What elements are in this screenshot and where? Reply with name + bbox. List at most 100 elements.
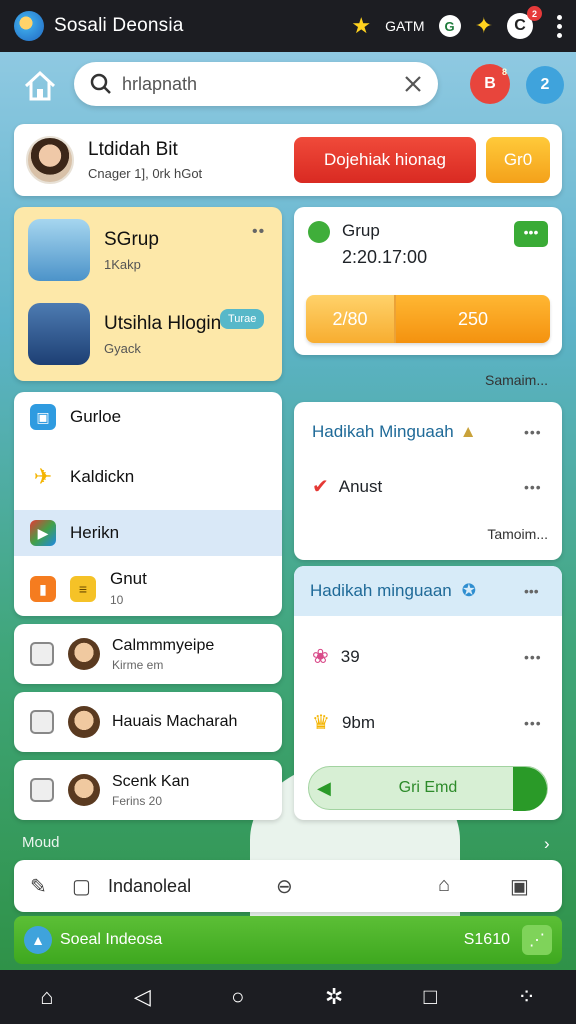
trophy-icon: ▲ xyxy=(459,422,477,441)
group-image xyxy=(28,303,90,365)
profile-name: Ltdidah Bit xyxy=(88,139,178,160)
list-item-subtitle: Ferins 20 xyxy=(112,793,163,808)
home-button[interactable] xyxy=(12,60,68,112)
group-badge: Turae xyxy=(220,309,265,329)
more-icon[interactable]: ••• xyxy=(524,649,542,665)
weekly-title-row: Hadikah Minguaah ▲ ••• xyxy=(312,422,541,442)
apps-icon[interactable]: ✲ xyxy=(325,984,343,1010)
menu-item-gurloe[interactable]: ▣ Gurloe xyxy=(14,392,282,442)
blue-action-button[interactable]: 2 xyxy=(526,66,564,104)
footer-label: Soeal Indeosa xyxy=(60,931,163,948)
section-label: Moud xyxy=(22,834,60,851)
weekly2-cta-button[interactable]: ◀ Gri Emd xyxy=(308,766,548,811)
list-item[interactable]: Calmmmyeipe Kirme em xyxy=(14,624,282,684)
weekly-title: Hadikah Minguaah xyxy=(312,422,454,441)
share-icon[interactable]: ⋰ xyxy=(522,925,552,955)
back-arrow-icon: ◀ xyxy=(317,777,331,798)
group-subtitle: 1Kakp xyxy=(104,256,141,272)
red-action-button[interactable]: B8 xyxy=(470,64,510,104)
menu-item-label: Kaldickn xyxy=(70,467,135,486)
bookmark-icon[interactable]: ⌂ xyxy=(438,874,450,897)
list-item[interactable]: Hauais Macharah xyxy=(14,692,282,752)
recents-icon[interactable]: □ xyxy=(424,984,437,1010)
group-item[interactable]: Utsihla Hlogin Gyack xyxy=(28,303,221,365)
cta-right-segment xyxy=(513,767,547,811)
back-icon[interactable]: ◁ xyxy=(134,984,151,1010)
menu-item-label: Gurloe xyxy=(70,407,122,426)
primary-action-button[interactable]: Dojehiak hionag xyxy=(294,137,476,183)
note-icon: ≡ xyxy=(70,576,96,602)
grid-icon[interactable]: ⁘ xyxy=(517,984,535,1010)
circle-icon[interactable]: ⊖ xyxy=(276,874,293,899)
status-label: GATM xyxy=(385,18,425,34)
weekly2-cta-label: Gri Emd xyxy=(398,779,458,796)
crown-icon: ♛ xyxy=(312,712,330,734)
plane-icon: ✈ xyxy=(33,464,53,489)
group-title: SGrup xyxy=(104,228,159,250)
groups-card: SGrup 1Kakp •• Utsihla Hlogin Gyack Tura… xyxy=(14,207,282,381)
device-icon: ▣ xyxy=(30,404,56,430)
edit-icon[interactable]: ✎ xyxy=(30,874,47,899)
weekly-card: Hadikah Minguaah ▲ ••• ✔ Anust ••• Tamoim... xyxy=(294,402,562,560)
avatar[interactable] xyxy=(26,136,74,184)
group-item[interactable]: SGrup 1Kakp xyxy=(28,219,159,281)
menu-item-gnut[interactable]: ▮ ≡ Gnut 10 xyxy=(14,562,282,616)
grup-score-bar[interactable]: 2/80 250 xyxy=(306,295,550,343)
grup-more-button[interactable]: ••• xyxy=(514,221,548,247)
weekly2-item-label: 9bm xyxy=(341,712,376,732)
weekly-footer: Tamoim... xyxy=(487,526,548,542)
list-item-subtitle: Kirme em xyxy=(112,657,164,672)
weekly2-item-label: 39 xyxy=(340,646,360,666)
notification-icon[interactable]: C2 xyxy=(507,6,542,39)
weekly-item[interactable]: ✔ Anust ••• xyxy=(312,474,541,499)
navigation-bar: ⌂ ◁ ○ ✲ □ ⁘ xyxy=(0,970,576,1024)
search-icon xyxy=(90,73,111,94)
weekly-item-label: Anust xyxy=(338,476,383,496)
more-icon[interactable]: ••• xyxy=(524,479,542,495)
more-icon[interactable]: •• xyxy=(252,223,265,241)
list-item-title: Hauais Macharah xyxy=(112,713,238,730)
app-footer-bar[interactable]: ▲ Soeal Indeosa S1610 ⋰ xyxy=(14,916,562,964)
avatar xyxy=(68,774,100,806)
red-action-label: B xyxy=(484,75,496,92)
chevron-right-icon[interactable]: › xyxy=(544,834,550,854)
search-input[interactable]: hrlapnath xyxy=(122,74,404,95)
tab-label[interactable]: Indanoleal xyxy=(108,876,191,897)
more-icon[interactable]: ••• xyxy=(524,715,542,731)
home-circle-icon[interactable]: ○ xyxy=(231,984,244,1010)
badge-icon: ✪ xyxy=(461,581,477,600)
profile-card: Ltdidah Bit Cnager 1], 0rk hGot Dojehiak… xyxy=(14,124,562,196)
home-icon[interactable]: ⌂ xyxy=(40,984,53,1010)
document-icon xyxy=(30,642,54,666)
group-title: Utsihla Hlogin xyxy=(104,312,222,334)
list-item[interactable]: Scenk Kan Ferins 20 xyxy=(14,760,282,820)
red-action-badge: 8 xyxy=(501,67,507,77)
flower-icon: ❀ xyxy=(312,646,329,668)
grup-icon xyxy=(308,221,330,243)
avatar xyxy=(68,706,100,738)
weekly2-title: Hadikah minguaan xyxy=(310,581,452,600)
weekly2-item[interactable]: ❀ 39 ••• xyxy=(312,644,541,669)
group-image xyxy=(28,219,90,281)
more-icon[interactable]: ••• xyxy=(524,583,539,599)
document-icon[interactable]: ▢ xyxy=(72,874,91,899)
g-icon: G xyxy=(438,15,461,37)
app-logo-icon xyxy=(14,11,44,41)
search-bar[interactable]: hrlapnath xyxy=(74,62,438,106)
menu-item-herikn[interactable]: ▶ Herikn xyxy=(14,510,282,556)
bag-icon[interactable]: ▣ xyxy=(510,874,529,899)
app-logo-icon: ▲ xyxy=(24,926,52,954)
play-icon: ▶ xyxy=(30,520,56,546)
grup-card: Grup 2:20.17:00 ••• 2/80 250 xyxy=(294,207,562,355)
menu-item-kaldickn[interactable]: ✈ Kaldickn xyxy=(14,452,282,502)
more-icon[interactable]: ••• xyxy=(524,424,542,440)
notification-label: C xyxy=(514,17,526,34)
more-menu-icon[interactable] xyxy=(557,14,562,38)
close-icon[interactable] xyxy=(404,75,422,93)
section-caption: Samaim... xyxy=(484,372,548,388)
profile-subtitle: Cnager 1], 0rk hGot xyxy=(88,166,203,181)
star-icon: ★ xyxy=(351,13,372,38)
secondary-action-button[interactable]: Gr0 xyxy=(486,137,550,183)
menu-item-sub: 10 xyxy=(110,593,124,607)
weekly2-item[interactable]: ♛ 9bm ••• xyxy=(312,710,541,735)
